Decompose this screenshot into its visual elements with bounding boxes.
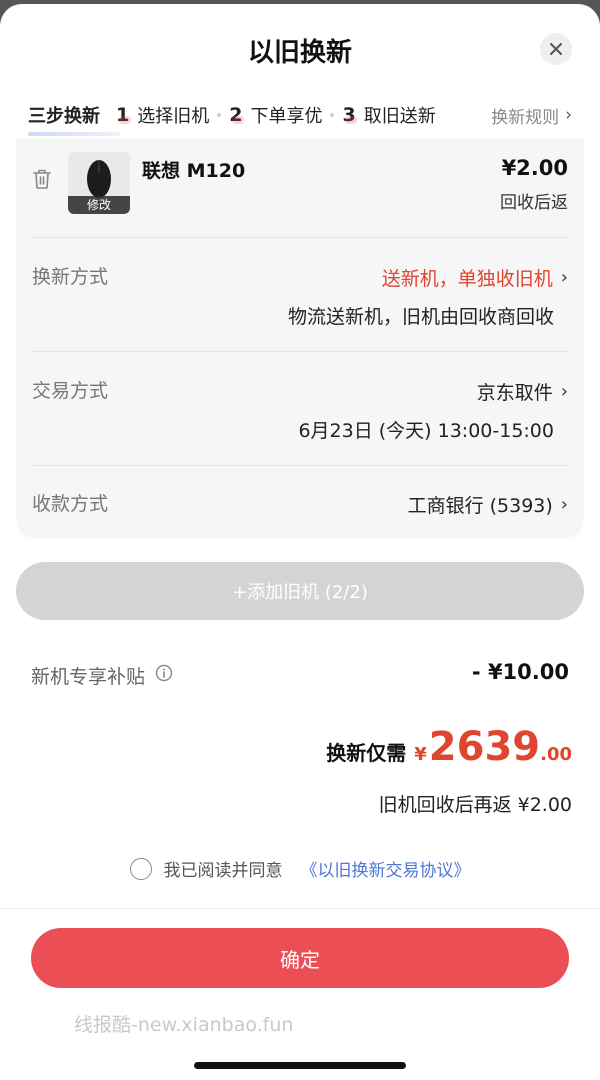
trade-in-sheet: 以旧换新 三步换新 1 选择旧机 2 下单享优 3 取旧送新 换新规则 › 修改… xyxy=(0,4,600,1080)
product-price-note: 回收后返 xyxy=(500,193,568,213)
total-decimal: .00 xyxy=(540,744,572,765)
close-button[interactable] xyxy=(540,33,572,65)
trash-icon xyxy=(33,169,51,189)
confirm-button[interactable]: 确定 xyxy=(31,928,569,988)
total-row: 换新仅需 ¥ 2639 .00 xyxy=(326,724,572,770)
exchange-method-value[interactable]: 送新机，单独收旧机 › xyxy=(382,264,568,291)
info-icon[interactable] xyxy=(155,664,173,687)
transaction-method-label: 交易方式 xyxy=(32,380,109,402)
subsidy-label: 新机专享补贴 xyxy=(31,666,146,688)
step-label-1: 选择旧机 xyxy=(137,106,210,127)
divider xyxy=(0,908,600,909)
pickup-time: 6月23日 (今天) 13:00-15:00 xyxy=(298,420,554,442)
product-name: 联想 M120 xyxy=(142,160,246,182)
steps-bar: 三步换新 1 选择旧机 2 下单享优 3 取旧送新 换新规则 › xyxy=(0,98,600,132)
edit-label[interactable]: 修改 xyxy=(68,196,130,214)
chevron-right-icon: › xyxy=(560,381,568,402)
step-label-2: 下单享优 xyxy=(250,106,323,127)
payment-method-value[interactable]: 工商银行 (5393) › xyxy=(408,491,568,518)
close-icon xyxy=(550,43,562,55)
payment-method-label: 收款方式 xyxy=(32,493,109,515)
steps-underline xyxy=(28,132,120,136)
payment-method-text: 工商银行 (5393) xyxy=(407,495,553,517)
agreement-link[interactable]: 《以旧换新交易协议》 xyxy=(301,856,471,881)
home-indicator[interactable] xyxy=(194,1062,406,1069)
step-number-3: 3 xyxy=(342,104,358,126)
total-currency: ¥ xyxy=(414,744,427,765)
step-label-3: 取旧送新 xyxy=(363,106,436,127)
total-integer: 2639 xyxy=(428,724,541,770)
add-old-device-button[interactable]: +添加旧机 (2/2) xyxy=(16,562,584,620)
trade-in-card: 修改 联想 M120 ¥2.00 回收后返 换新方式 送新机，单独收旧机 › 物… xyxy=(16,138,584,538)
product-price: ¥2.00 xyxy=(501,156,568,180)
transaction-method-value[interactable]: 京东取件 › xyxy=(477,378,568,405)
subsidy-value: - ¥10.00 xyxy=(471,660,569,684)
step-number-1: 1 xyxy=(116,104,132,126)
step-separator xyxy=(330,113,335,117)
chevron-right-icon: › xyxy=(565,105,572,125)
total-label: 换新仅需 xyxy=(326,741,407,765)
agreement-checkbox[interactable] xyxy=(129,857,152,880)
step-separator xyxy=(217,113,222,117)
exchange-method-text: 送新机，单独收旧机 xyxy=(381,268,553,290)
exchange-method-label: 换新方式 xyxy=(32,266,109,288)
chevron-right-icon: › xyxy=(560,494,568,515)
product-thumbnail[interactable]: 修改 xyxy=(68,152,130,214)
divider xyxy=(32,351,568,352)
subsidy-row: 新机专享补贴 xyxy=(31,662,173,689)
return-note: 旧机回收后再返 ¥2.00 xyxy=(378,794,572,816)
divider xyxy=(32,465,568,466)
sheet-title: 以旧换新 xyxy=(247,38,352,68)
transaction-method-text: 京东取件 xyxy=(476,382,553,404)
agreement-text: 我已阅读并同意 xyxy=(163,861,283,881)
watermark: 线报酷-new.xianbao.fun xyxy=(74,1014,294,1036)
rules-link[interactable]: 换新规则 › xyxy=(479,98,572,132)
divider xyxy=(32,237,568,238)
exchange-method-detail: 物流送新机，旧机由回收商回收 xyxy=(287,306,554,328)
agreement-row: 我已阅读并同意 《以旧换新交易协议》 xyxy=(0,856,600,881)
rules-label: 换新规则 xyxy=(491,107,560,128)
step-number-2: 2 xyxy=(229,104,245,126)
steps-lead: 三步换新 xyxy=(28,106,100,127)
chevron-right-icon: › xyxy=(560,267,568,288)
delete-button[interactable] xyxy=(32,168,52,194)
